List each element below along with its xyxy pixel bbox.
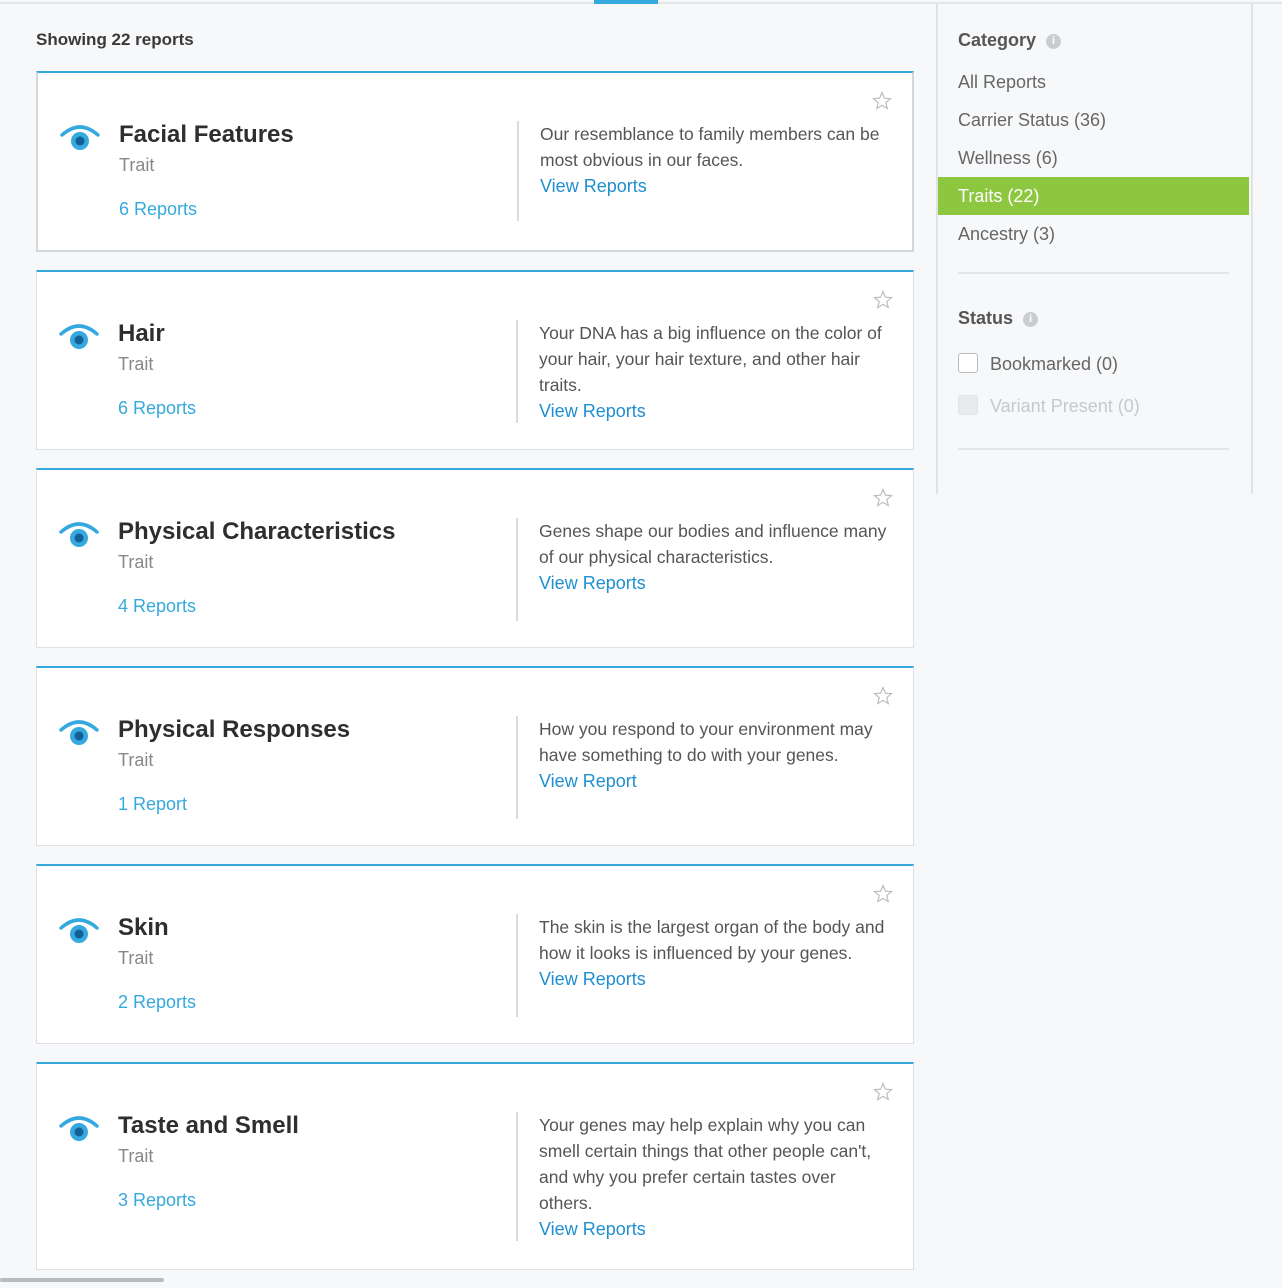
eye-icon [59,720,99,745]
sidebar-divider [958,272,1229,274]
bookmark-star-icon[interactable] [873,488,893,508]
card-type: Trait [118,552,154,572]
results-count: Showing 22 reports [36,30,194,49]
card-description: How you respond to your environment may … [539,719,873,765]
card-divider [517,121,519,221]
reports-count-link[interactable]: 4 Reports [118,596,196,617]
card-divider [516,1112,518,1241]
card-divider [516,320,518,423]
card-type: Trait [118,750,154,770]
eye-icon [59,522,99,547]
card-title: Hair [118,320,165,347]
card-description-block: Your genes may help explain why you can … [539,1112,889,1242]
bookmark-star-icon[interactable] [873,884,893,904]
bookmarked-checkbox[interactable] [958,353,978,373]
category-all-reports[interactable]: All Reports [938,63,1249,101]
horizontal-scrollbar[interactable] [0,1278,164,1282]
status-bookmarked-option[interactable]: Bookmarked (0) [958,353,1118,375]
view-reports-link[interactable]: View Reports [540,173,890,199]
report-card-list: Facial Features Trait 6 Reports Our rese… [36,71,914,1288]
view-reports-link[interactable]: View Reports [539,1216,889,1242]
variant-present-checkbox [958,395,978,415]
view-reports-link[interactable]: View Reports [539,398,889,424]
eye-icon [60,125,100,150]
eye-icon [59,324,99,349]
card-divider [516,716,518,819]
sidebar-divider [958,448,1229,450]
status-variant-present-option: Variant Present (0) [958,395,1140,417]
reports-count-link[interactable]: 1 Report [118,794,187,815]
report-card-taste-and-smell[interactable]: Taste and Smell Trait 3 Reports Your gen… [36,1062,914,1270]
card-title: Physical Characteristics [118,518,396,545]
bookmark-star-icon[interactable] [872,91,892,111]
category-carrier-status[interactable]: Carrier Status (36) [938,101,1249,139]
card-divider [516,518,518,621]
card-description-block: The skin is the largest organ of the bod… [539,914,889,992]
card-type: Trait [118,948,154,968]
card-type: Trait [118,354,154,374]
card-type: Trait [119,155,155,175]
card-title: Physical Responses [118,716,351,743]
category-traits[interactable]: Traits (22) [938,177,1249,215]
card-divider [516,914,518,1017]
bookmarked-label: Bookmarked (0) [990,354,1119,374]
reports-count-link[interactable]: 2 Reports [118,992,196,1013]
view-report-link[interactable]: View Report [539,768,889,794]
info-icon[interactable]: i [1023,312,1039,327]
eye-icon [59,918,99,943]
category-heading: Category i [958,30,1062,51]
card-title: Skin [118,914,169,941]
reports-count-link[interactable]: 6 Reports [119,199,197,220]
report-card-skin[interactable]: Skin Trait 2 Reports The skin is the lar… [36,864,914,1044]
bookmark-star-icon[interactable] [873,1082,893,1102]
card-description-block: Your DNA has a big influence on the colo… [539,320,889,424]
active-tab-indicator [594,0,658,4]
card-description: Our resemblance to family members can be… [540,124,880,170]
reports-count-link[interactable]: 3 Reports [118,1190,196,1211]
report-card-physical-characteristics[interactable]: Physical Characteristics Trait 4 Reports… [36,468,914,648]
card-description-block: Genes shape our bodies and influence man… [539,518,889,596]
report-card-facial-features[interactable]: Facial Features Trait 6 Reports Our rese… [36,71,914,252]
view-reports-link[interactable]: View Reports [539,966,889,992]
status-heading-label: Status [958,308,1014,328]
card-description-block: How you respond to your environment may … [539,716,889,794]
report-card-hair[interactable]: Hair Trait 6 Reports Your DNA has a big … [36,270,914,450]
card-description: Genes shape our bodies and influence man… [539,521,887,567]
variant-present-label: Variant Present (0) [990,396,1140,416]
category-ancestry[interactable]: Ancestry (3) [938,215,1249,253]
filter-sidebar: Category i All Reports Carrier Status (36… [936,4,1253,494]
card-description: The skin is the largest organ of the bod… [539,917,885,963]
reports-count-link[interactable]: 6 Reports [118,398,196,419]
category-wellness[interactable]: Wellness (6) [938,139,1249,177]
card-description: Your DNA has a big influence on the colo… [539,323,882,395]
category-heading-label: Category [958,30,1037,50]
card-type: Trait [118,1146,154,1166]
card-description: Your genes may help explain why you can … [539,1115,872,1213]
bookmark-star-icon[interactable] [873,686,893,706]
view-reports-link[interactable]: View Reports [539,570,889,596]
info-icon[interactable]: i [1046,34,1062,49]
bookmark-star-icon[interactable] [873,290,893,310]
card-title: Taste and Smell [118,1112,299,1139]
report-card-physical-responses[interactable]: Physical Responses Trait 1 Report How yo… [36,666,914,846]
card-title: Facial Features [119,121,294,148]
status-heading: Status i [958,308,1039,329]
card-description-block: Our resemblance to family members can be… [540,121,890,199]
eye-icon [59,1116,99,1141]
